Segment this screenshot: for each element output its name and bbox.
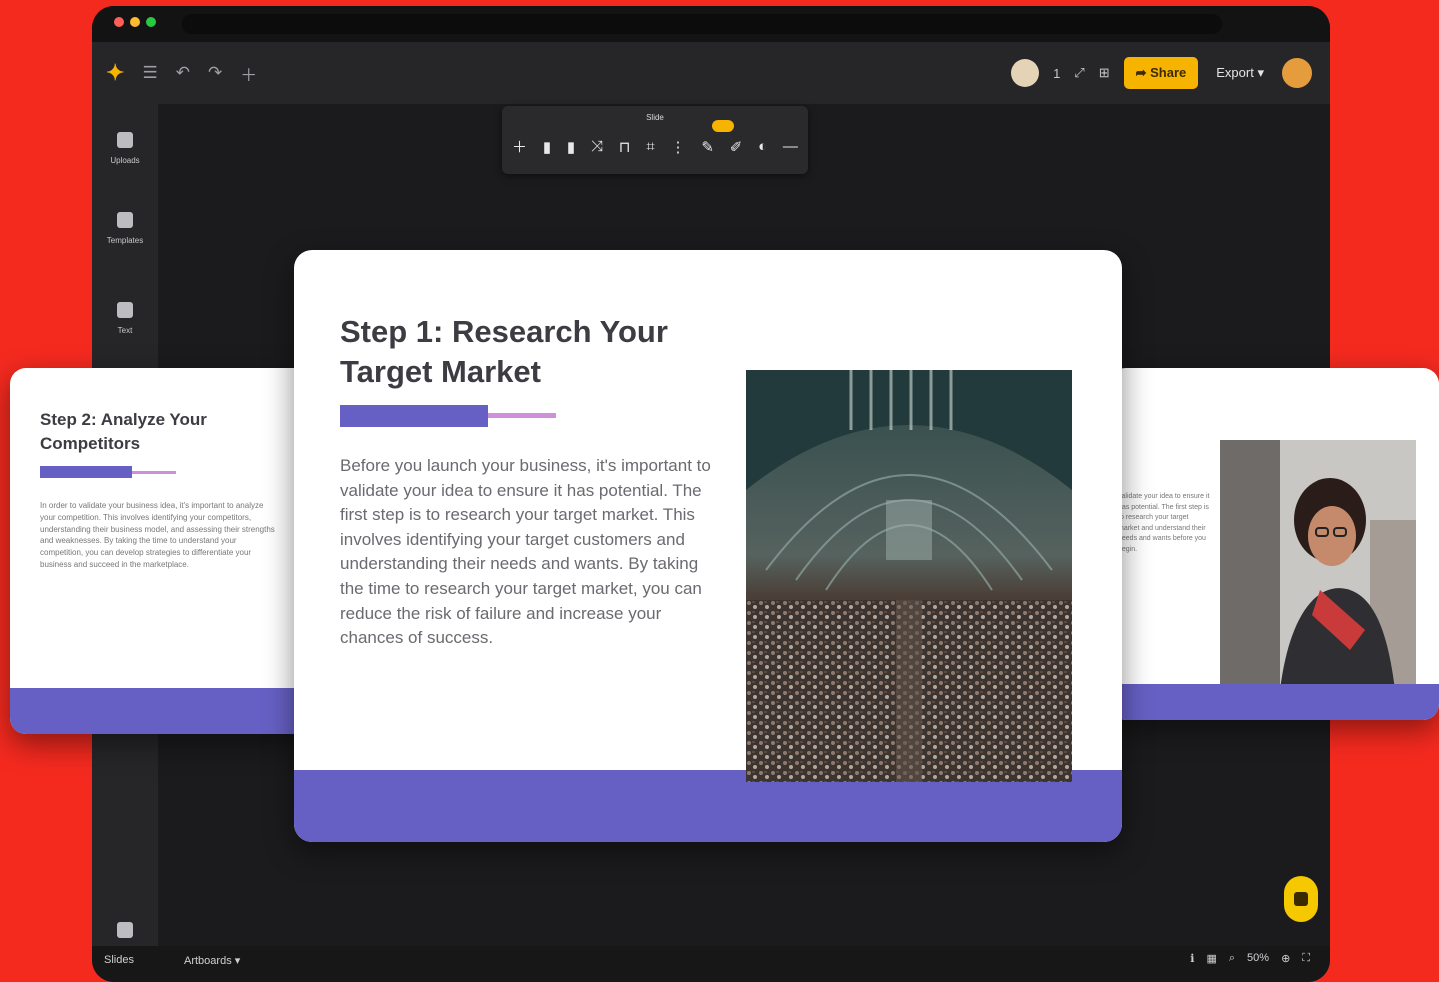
sidebar-item-uploads[interactable]: Uploads [92,132,158,165]
slide-step-2[interactable]: Step 2: Analyze Your Competitors In orde… [10,368,310,734]
info-icon[interactable]: ℹ [1190,952,1194,965]
collaborator-avatar[interactable] [1011,59,1040,87]
address-bar[interactable] [182,14,1222,34]
title-underline [40,466,132,478]
new-badge [712,120,734,132]
title-underline-accent [488,413,556,418]
title-underline [340,405,488,427]
slide-step-3[interactable]: validate your idea to ensure it has pote… [1110,368,1439,720]
folder-icon [117,132,133,148]
slide-toolbar-actions: ＋ ▮ ▮ ⤨ ⊓ ⌗ ⋮ ✎ ✐ ◐ — [512,136,798,157]
slide-title: Step 1: Research Your Target Market [340,314,668,389]
maximize-window-button[interactable] [146,17,156,27]
title-bar [92,6,1330,42]
slides-icon [117,922,133,938]
slides-panel-toggle[interactable]: Slides [104,954,134,966]
search-icon[interactable]: ⌕ [1229,952,1235,965]
magic-icon[interactable]: ✐ [730,138,743,156]
menu-icon[interactable]: ☰ [142,63,157,83]
more-icon[interactable]: ⋮ [671,138,686,156]
edit-icon[interactable]: ✎ [701,138,714,156]
slide-body: validate your idea to ensure it has pote… [1118,493,1210,553]
chevron-down-icon: ▾ [234,955,241,967]
export-button[interactable]: Export ▾ [1212,59,1268,87]
sidebar-item-label: Templates [106,236,144,245]
add-icon[interactable]: ＋ [240,61,257,86]
zoom-icon[interactable]: ⊕ [1281,952,1290,965]
slide-body: Before you launch your business, it's im… [340,456,711,648]
copy-icon[interactable]: ▮ [543,138,551,156]
color-icon[interactable]: ◐ [758,138,767,155]
fit-screen-icon[interactable]: ⛶ [1302,952,1310,965]
crop-icon[interactable]: ⌗ [646,138,654,155]
sidebar-item-label: Text [117,326,133,335]
chevron-down-icon: ▾ [1257,65,1264,80]
window-controls [114,17,156,27]
share-button[interactable]: ➦ Share [1123,57,1199,89]
sidebar-item-label: Uploads [110,156,140,165]
layout-icon[interactable]: ⊞ [1099,65,1110,81]
bottom-bar: Slides Artboards ▾ ℹ ▦ ⌕ 50% ⊕ ⛶ [92,946,1330,982]
sidebar-item-templates[interactable]: Templates [92,212,158,245]
collaborator-count: 1 [1053,65,1061,81]
bottom-right-controls: ℹ ▦ ⌕ 50% ⊕ ⛶ [1190,952,1310,965]
artboard-label: Artboards [184,955,232,967]
grid-icon[interactable]: ▦ [1206,952,1216,965]
share-icon: ➦ [1135,65,1151,80]
slide-body: In order to validate your business idea,… [40,501,275,569]
slide-toolbar-title: Slide [646,113,664,122]
help-chat-button[interactable] [1284,876,1318,922]
paste-icon[interactable]: ▮ [567,138,575,156]
sidebar-item-slides[interactable] [92,922,158,946]
lock-icon[interactable]: ⊓ [619,138,631,156]
sidebar-item-text[interactable]: Text [92,302,158,335]
text-icon [117,302,133,318]
share-label: Share [1150,65,1187,80]
slide-photo-person [1220,440,1416,690]
top-toolbar: ✦ ☰ ↶ ↷ ＋ 1 ⤢ ⊞ ➦ Share Export ▾ [92,42,1330,104]
slide-photo-market [746,370,1072,782]
slide-toolbar: Slide ＋ ▮ ▮ ⤨ ⊓ ⌗ ⋮ ✎ ✐ ◐ — [502,106,808,174]
fullscreen-icon[interactable]: ⤢ [1074,65,1084,81]
template-icon [117,212,133,228]
user-avatar[interactable] [1282,58,1312,88]
toolbar-left-group: ✦ ☰ ↶ ↷ ＋ [106,42,257,104]
title-underline-accent [132,471,176,474]
add-slide-icon[interactable]: ＋ [512,136,527,157]
zoom-level[interactable]: 50% [1247,952,1269,965]
slide-footer-band [1110,684,1439,720]
undo-icon[interactable]: ↶ [176,63,190,83]
chat-icon [1294,892,1308,906]
toolbar-right-group: 1 ⤢ ⊞ ➦ Share Export ▾ [1011,42,1312,104]
delete-icon[interactable]: — [783,138,798,155]
minimize-window-button[interactable] [130,17,140,27]
export-label: Export [1216,65,1254,80]
close-window-button[interactable] [114,17,124,27]
logo-icon[interactable]: ✦ [106,60,124,86]
slide-step-1[interactable]: Step 1: Research Your Target Market Befo… [294,250,1122,842]
artboard-selector[interactable]: Artboards ▾ [184,954,240,967]
shuffle-icon[interactable]: ⤨ [591,138,603,155]
redo-icon[interactable]: ↷ [208,63,222,83]
slide-footer-band [10,688,310,734]
slide-title: Step 2: Analyze Your Competitors [40,410,207,453]
